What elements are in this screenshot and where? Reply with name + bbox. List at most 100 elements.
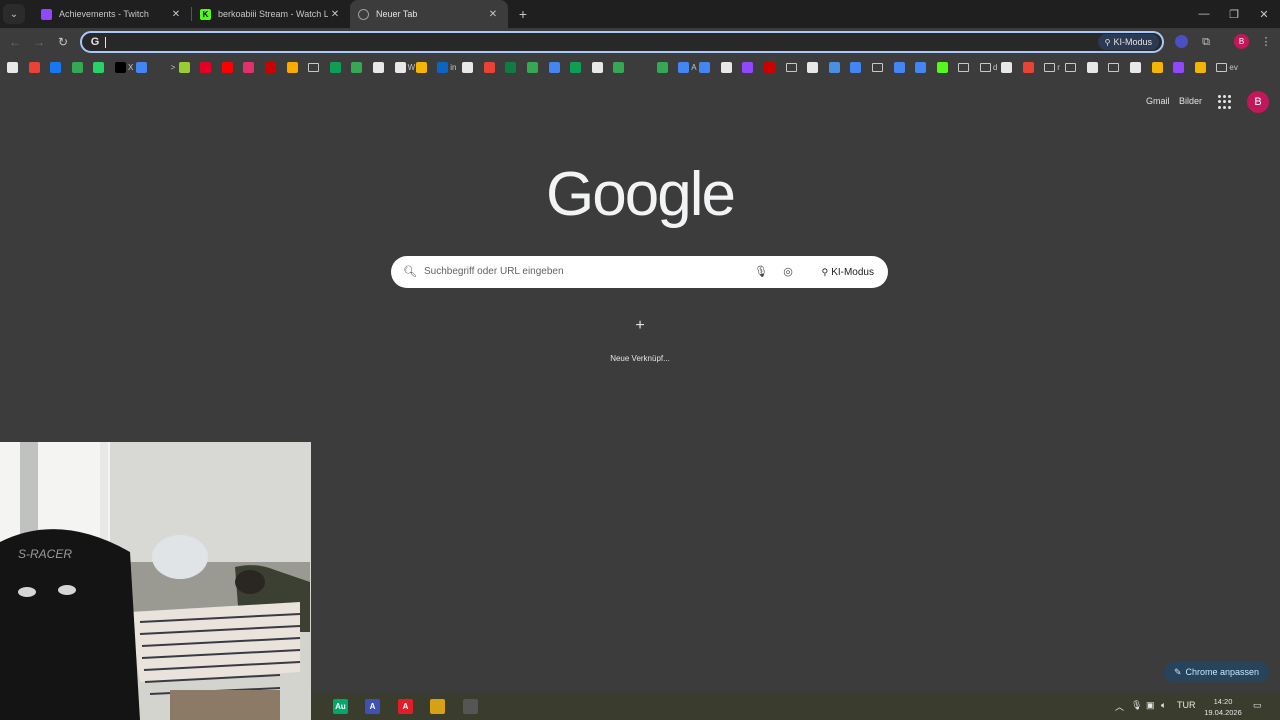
close-window-button[interactable]: ✕ (1248, 0, 1280, 28)
notifications-icon[interactable]: ▭ (1253, 700, 1262, 711)
tab-kick-stream[interactable]: K berkoabiii Stream - Watch Live ✕ (192, 0, 350, 28)
bookmark-folder[interactable] (958, 61, 970, 73)
bookmark-item[interactable] (699, 61, 711, 73)
apps-grid-icon[interactable] (1218, 95, 1232, 109)
bookmark-item[interactable] (720, 61, 732, 73)
tab-new-tab[interactable]: Neuer Tab ✕ (350, 0, 508, 28)
bookmark-item[interactable] (613, 61, 625, 73)
bookmark-item[interactable] (71, 61, 83, 73)
bookmark-item[interactable] (483, 61, 495, 73)
extension-icon[interactable] (1175, 35, 1188, 48)
bookmark-item[interactable] (936, 61, 948, 73)
bookmark-folder[interactable] (872, 61, 883, 73)
address-bar[interactable]: G ⚲ KI-Modus (80, 31, 1164, 53)
kebab-menu-icon[interactable]: ⋮ (1259, 35, 1273, 49)
close-icon[interactable]: ✕ (486, 9, 500, 20)
bookmark-item[interactable] (1086, 61, 1098, 73)
bookmark-item[interactable] (93, 61, 105, 73)
minimize-button[interactable]: — (1188, 0, 1220, 28)
bookmark-item[interactable] (764, 61, 775, 73)
bookmark-item[interactable] (136, 61, 147, 73)
obs-icon[interactable] (463, 699, 478, 714)
restore-button[interactable]: ❐ (1218, 0, 1250, 28)
bookmark-item[interactable] (1022, 61, 1034, 73)
taskbar-clock[interactable]: 14:20 19.04.2026 (1203, 696, 1243, 718)
bookmark-item[interactable]: in (437, 61, 456, 73)
bookmark-item[interactable]: X (115, 61, 133, 73)
lens-camera-icon[interactable]: ◎ (781, 265, 795, 279)
customize-chrome-button[interactable]: ✎ Chrome anpassen (1164, 662, 1269, 682)
images-link[interactable]: Bilder (1179, 96, 1202, 106)
bookmark-item[interactable] (742, 61, 754, 73)
bookmark-item[interactable]: A (678, 61, 697, 73)
bookmark-folder[interactable]: d (980, 61, 997, 73)
bookmark-item[interactable] (329, 61, 341, 73)
bookmark-item[interactable] (591, 61, 603, 73)
bookmark-item[interactable] (1173, 61, 1185, 73)
affinity-icon[interactable]: A (365, 699, 380, 714)
bookmark-folder[interactable] (1065, 61, 1077, 73)
bookmark-item[interactable] (373, 61, 384, 73)
tab-search-button[interactable]: ⌄ (3, 4, 25, 24)
bookmark-folder[interactable] (785, 61, 797, 73)
bookmark-item[interactable] (915, 61, 927, 73)
acrobat-icon[interactable]: A (398, 699, 413, 714)
close-icon[interactable]: ✕ (169, 9, 183, 20)
speaker-icon[interactable]: 🔈︎ (1161, 700, 1166, 711)
bookmark-item[interactable] (656, 61, 668, 73)
add-shortcut-button[interactable]: + (626, 312, 654, 340)
forward-icon[interactable]: → (31, 34, 47, 50)
bookmark-item[interactable] (1151, 61, 1163, 73)
new-tab-button[interactable]: + (512, 6, 534, 22)
bookmark-item[interactable]: > (157, 61, 175, 73)
chevron-up-icon[interactable]: ︿ (1115, 700, 1124, 713)
bookmark-item[interactable] (505, 61, 517, 73)
language-indicator[interactable]: TUR (1177, 700, 1196, 710)
network-icon[interactable]: ▣ (1146, 700, 1155, 711)
ki-mode-button[interactable]: ⚲ KI-Modus (1097, 34, 1159, 50)
close-icon[interactable]: ✕ (328, 9, 342, 20)
favicon-icon (570, 61, 582, 73)
search-ki-mode-button[interactable]: ⚲ KI-Modus (816, 262, 880, 282)
account-avatar[interactable]: B (1247, 91, 1269, 113)
bookmark-item[interactable] (50, 61, 62, 73)
bookmark-item[interactable] (1194, 61, 1206, 73)
reload-icon[interactable]: ↻ (55, 34, 71, 50)
bookmark-item[interactable] (265, 61, 276, 73)
bookmark-item[interactable] (807, 61, 819, 73)
bookmark-folder[interactable] (308, 61, 320, 73)
bookmark-item[interactable] (7, 61, 18, 73)
bookmark-item[interactable] (570, 61, 582, 73)
microphone-icon[interactable]: 🎙︎ (1131, 700, 1142, 711)
bookmark-item[interactable] (1001, 61, 1012, 73)
bookmark-item[interactable] (286, 61, 298, 73)
bookmark-item[interactable] (548, 61, 560, 73)
bookmark-folder[interactable]: r (1044, 61, 1060, 73)
app-yellow-icon[interactable] (430, 699, 445, 714)
puzzle-icon[interactable]: ⧉ (1199, 35, 1213, 49)
bookmark-item[interactable] (850, 61, 862, 73)
bookmark-item[interactable] (28, 61, 40, 73)
back-icon[interactable]: ← (7, 34, 23, 50)
bookmark-folder[interactable] (1108, 61, 1120, 73)
tab-twitch-achievements[interactable]: Achievements - Twitch ✕ (33, 0, 191, 28)
profile-avatar[interactable]: B (1234, 34, 1249, 49)
bookmark-item[interactable] (462, 61, 474, 73)
search-box[interactable]: 🔍︎ Suchbegriff oder URL eingeben 🎙︎ ◎ ⚲ … (391, 256, 888, 288)
bookmark-item[interactable] (200, 61, 212, 73)
bookmark-item[interactable] (221, 61, 233, 73)
bookmark-folder[interactable]: ev (1216, 61, 1238, 73)
bookmark-item[interactable]: W (394, 61, 415, 73)
bookmark-item[interactable] (415, 61, 427, 73)
bookmark-item[interactable] (527, 61, 538, 73)
bookmark-item[interactable] (635, 61, 646, 73)
bookmark-item[interactable] (893, 61, 905, 73)
gmail-link[interactable]: Gmail (1146, 96, 1170, 106)
audition-icon[interactable]: Au (333, 699, 348, 714)
bookmark-item[interactable] (828, 61, 840, 73)
bookmark-item[interactable] (1130, 61, 1141, 73)
bookmark-item[interactable] (178, 61, 190, 73)
microphone-icon[interactable]: 🎙︎ (754, 265, 768, 279)
bookmark-item[interactable] (243, 61, 255, 73)
bookmark-item[interactable] (351, 61, 363, 73)
